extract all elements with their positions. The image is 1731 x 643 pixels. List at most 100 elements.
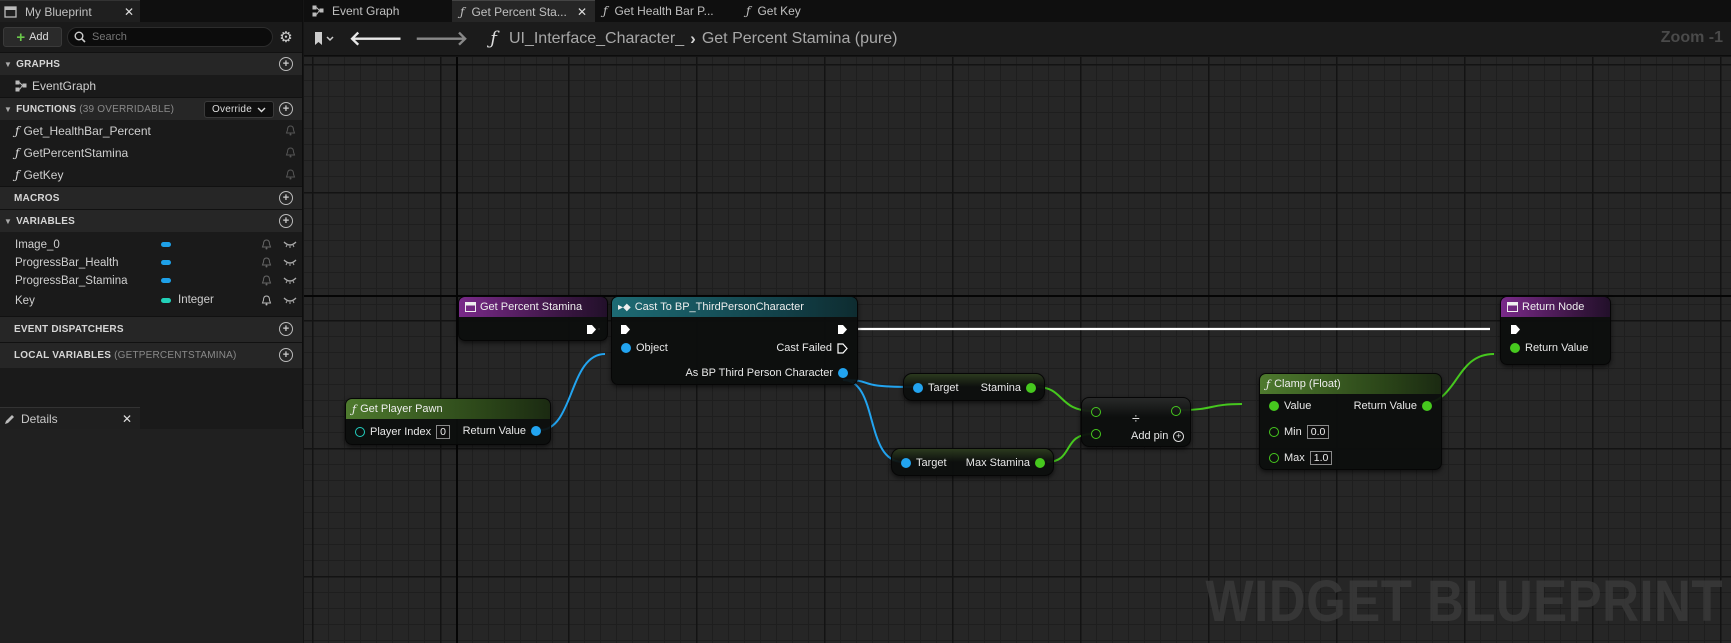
details-panel	[0, 429, 303, 643]
max-stamina-pin[interactable]: Max Stamina	[966, 457, 1045, 469]
add-button[interactable]: + Add	[3, 27, 62, 47]
bookmark-icon[interactable]	[313, 30, 335, 48]
pin-label: Cast Failed	[776, 342, 832, 354]
add-dispatcher-icon[interactable]: +	[279, 322, 293, 336]
object-pin[interactable]: Object	[621, 342, 668, 354]
tab-get-key[interactable]: ƒ Get Key	[738, 0, 858, 22]
variable-item[interactable]: Image_0	[0, 236, 302, 254]
section-macros[interactable]: MACROS +	[0, 186, 302, 209]
section-functions-title: FUNCTIONS	[16, 103, 77, 115]
variable-item[interactable]: ProgressBar_Stamina	[0, 272, 302, 290]
node-header: Return Node	[1501, 297, 1610, 317]
add-graph-icon[interactable]: +	[279, 57, 293, 71]
function-item[interactable]: ƒ GetPercentStamina	[0, 142, 302, 164]
variable-name: ProgressBar_Stamina	[15, 275, 128, 287]
back-arrow-icon[interactable]: 🡐	[349, 26, 403, 51]
min-pin[interactable]: Min 0.0	[1269, 425, 1330, 439]
section-event-dispatchers[interactable]: EVENT DISPATCHERS +	[0, 316, 302, 342]
function-entry-icon	[465, 302, 476, 312]
close-icon[interactable]: ✕	[124, 5, 134, 19]
max-pin[interactable]: Max 1.0	[1269, 451, 1333, 465]
bell-icon	[261, 239, 272, 250]
cast-icon: ▸◆	[618, 301, 631, 313]
forward-arrow-icon[interactable]: 🡒	[415, 26, 469, 51]
gear-icon[interactable]: ⚙	[278, 29, 294, 46]
exec-out-pin-icon[interactable]	[586, 324, 597, 335]
exec-in-pin-icon[interactable]	[1510, 324, 1521, 335]
override-dropdown[interactable]: Override	[204, 101, 274, 118]
tab-event-graph[interactable]: Event Graph	[304, 0, 452, 22]
value-pin[interactable]: Value	[1269, 400, 1311, 412]
zoom-level: Zoom -1	[1660, 29, 1723, 46]
cast-failed-pin[interactable]: Cast Failed	[776, 342, 848, 354]
close-icon[interactable]: ✕	[577, 5, 587, 19]
return-value-pin[interactable]: Return Value	[1510, 342, 1588, 354]
target-pin[interactable]: Target	[913, 382, 959, 394]
exec-out-hollow-icon	[837, 342, 848, 354]
cast-node[interactable]: ▸◆ Cast To BP_ThirdPersonCharacter Objec…	[611, 296, 858, 385]
add-macro-icon[interactable]: +	[279, 191, 293, 205]
get-player-pawn-node[interactable]: ƒ Get Player Pawn Player Index 0 Return …	[345, 398, 551, 445]
max-stamina-getter-node[interactable]: Target Max Stamina	[891, 448, 1054, 476]
stamina-pin[interactable]: Stamina	[981, 382, 1036, 394]
bell-icon	[285, 125, 296, 136]
variable-item[interactable]: ProgressBar_Health	[0, 254, 302, 272]
return-value-pin[interactable]: Return Value	[1354, 400, 1432, 412]
bell-icon	[285, 147, 296, 158]
divide-input-a-dot[interactable]	[1091, 407, 1101, 417]
tab-label: Get Key	[757, 4, 801, 18]
target-pin[interactable]: Target	[901, 457, 947, 469]
pin-label: Max Stamina	[965, 457, 1030, 469]
editor-tabbar: Event Graph ƒ Get Percent Sta... ✕ ƒ Get…	[304, 0, 1731, 22]
section-graphs[interactable]: ▼ GRAPHS +	[0, 52, 302, 75]
close-icon[interactable]: ✕	[122, 412, 132, 426]
tab-details[interactable]: Details ✕	[0, 407, 140, 429]
plus-icon: +	[16, 28, 26, 46]
search-input[interactable]	[92, 31, 262, 43]
function-item[interactable]: ƒ GetKey	[0, 164, 302, 186]
breadcrumb-root[interactable]: UI_Interface_Character_	[509, 30, 684, 48]
add-variable-icon[interactable]: +	[279, 214, 293, 228]
max-stamina-pin-dot	[1035, 458, 1045, 468]
eye-closed-icon[interactable]	[283, 294, 297, 306]
node-header: ▸◆ Cast To BP_ThirdPersonCharacter	[612, 297, 857, 317]
add-function-icon[interactable]: +	[279, 102, 293, 116]
player-index-pin[interactable]: Player Index 0	[355, 425, 450, 439]
player-index-value[interactable]: 0	[436, 425, 450, 439]
exec-in-pin-icon[interactable]	[620, 324, 631, 335]
section-variables[interactable]: ▼ VARIABLES +	[0, 209, 302, 232]
graph-item-eventgraph[interactable]: EventGraph	[0, 75, 302, 97]
tab-get-health-bar[interactable]: ƒ Get Health Bar P...	[595, 0, 738, 22]
stamina-getter-node[interactable]: Target Stamina	[903, 373, 1045, 401]
exec-out-pin-icon[interactable]	[837, 324, 848, 335]
eye-closed-icon[interactable]	[283, 238, 297, 250]
variable-item[interactable]: Key Integer	[0, 290, 302, 312]
tab-label: Get Health Bar P...	[614, 4, 714, 18]
graph-canvas[interactable]: Get Percent Stamina ▸◆ Cast To BP_ThirdP…	[304, 57, 1731, 643]
eye-closed-icon[interactable]	[283, 256, 297, 268]
pin-label: Object	[636, 342, 668, 354]
return-node[interactable]: Return Node Return Value	[1500, 296, 1611, 365]
divide-output-dot[interactable]	[1171, 406, 1181, 416]
pin-label: Return Value	[1525, 342, 1589, 354]
divide-input-b-dot[interactable]	[1091, 429, 1101, 439]
function-entry-node[interactable]: Get Percent Stamina	[458, 296, 608, 341]
tab-my-blueprint[interactable]: My Blueprint ✕	[0, 0, 140, 22]
function-item[interactable]: ƒ Get_HealthBar_Percent	[0, 120, 302, 142]
eye-closed-icon[interactable]	[283, 274, 297, 286]
min-value[interactable]: 0.0	[1306, 425, 1330, 439]
pin-label: As BP Third Person Character	[685, 367, 833, 379]
clamp-float-node[interactable]: ƒ Clamp (Float) Value Return Value Min 0…	[1259, 373, 1442, 470]
add-pin-button[interactable]: Add pin +	[1131, 430, 1185, 442]
pin-label: Return Value	[1353, 400, 1417, 412]
as-bp-pin[interactable]: As BP Third Person Character	[685, 367, 848, 379]
tab-get-percent-stamina[interactable]: ƒ Get Percent Sta... ✕	[452, 0, 595, 22]
divide-node[interactable]: ÷ Add pin +	[1081, 397, 1191, 447]
return-value-pin[interactable]: Return Value	[463, 425, 541, 437]
max-value[interactable]: 1.0	[1309, 451, 1333, 465]
section-functions[interactable]: ▼ FUNCTIONS (39 OVERRIDABLE) Override +	[0, 97, 302, 120]
section-local-variables[interactable]: LOCAL VARIABLES (GETPERCENTSTAMINA) +	[0, 342, 302, 368]
pin-label: Value	[1284, 400, 1312, 412]
add-local-variable-icon[interactable]: +	[279, 348, 293, 362]
return-node-icon	[1507, 302, 1518, 312]
